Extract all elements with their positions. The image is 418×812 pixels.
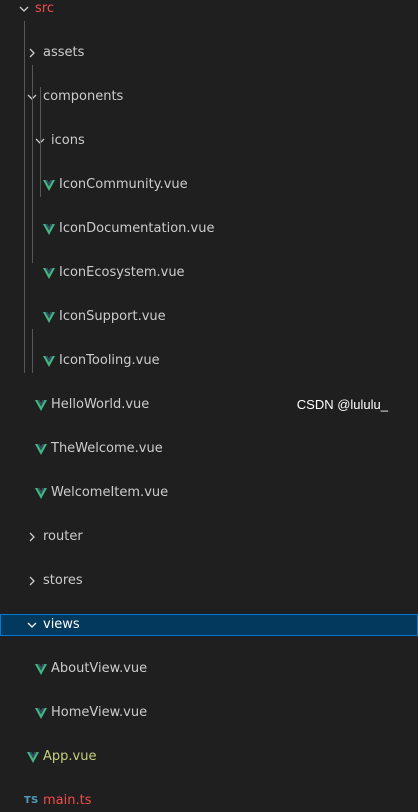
vue-logo-icon	[43, 180, 55, 191]
tree-row-components[interactable]: components	[0, 86, 418, 108]
tree-row-file[interactable]: IconDocumentation.vue	[0, 218, 418, 240]
folder-label-components: components	[43, 89, 124, 104]
file-label: App.vue	[43, 749, 97, 764]
file-label: IconTooling.vue	[59, 353, 160, 368]
chevron-down-icon	[17, 0, 31, 20]
tree-row-icons[interactable]: icons	[0, 130, 418, 152]
tree-row-file[interactable]: IconCommunity.vue	[0, 174, 418, 196]
tree-row-file[interactable]: WelcomeItem.vue	[0, 482, 418, 504]
file-label: IconDocumentation.vue	[59, 221, 215, 236]
vue-logo-icon	[43, 356, 55, 367]
file-label: IconSupport.vue	[59, 309, 166, 324]
chevron-right-icon	[25, 42, 39, 64]
tree-row-file[interactable]: AboutView.vue	[0, 658, 418, 680]
tree-row-main-ts[interactable]: TS main.ts	[0, 790, 418, 812]
tree-row-router[interactable]: router	[0, 526, 418, 548]
chevron-right-icon	[25, 570, 39, 592]
tree-row-views[interactable]: views	[0, 614, 418, 636]
vue-logo-icon	[35, 444, 47, 455]
vue-logo-icon	[27, 752, 39, 763]
vue-logo-icon	[35, 664, 47, 675]
tree-row-file[interactable]: IconEcosystem.vue	[0, 262, 418, 284]
tree-row-file[interactable]: HomeView.vue	[0, 702, 418, 724]
chevron-down-icon	[25, 615, 39, 635]
vue-logo-icon	[35, 400, 47, 411]
file-label: main.ts	[43, 793, 92, 808]
file-label: HomeView.vue	[51, 705, 148, 720]
tree-row-file[interactable]: IconSupport.vue	[0, 306, 418, 328]
tree-row-assets[interactable]: assets	[0, 42, 418, 64]
file-label: AboutView.vue	[51, 661, 148, 676]
tree-row-app-vue[interactable]: App.vue	[0, 746, 418, 768]
folder-label-assets: assets	[43, 45, 85, 60]
folder-label-stores: stores	[43, 573, 83, 588]
file-explorer-tree: src assets components icons IconCommunit…	[0, 0, 418, 808]
indent-guide	[24, 21, 25, 373]
folder-label-views: views	[43, 617, 80, 632]
vue-logo-icon	[43, 268, 55, 279]
vue-logo-icon	[35, 708, 47, 719]
vue-logo-icon	[35, 488, 47, 499]
indent-guide	[32, 65, 33, 263]
vue-logo-icon	[43, 312, 55, 323]
folder-label-icons: icons	[51, 133, 85, 148]
file-label: IconEcosystem.vue	[59, 265, 185, 280]
folder-label-router: router	[43, 529, 83, 544]
tree-row-src[interactable]: src	[0, 0, 418, 20]
watermark: CSDN @lululu_	[296, 397, 388, 412]
file-label: IconCommunity.vue	[59, 177, 188, 192]
file-label: HelloWorld.vue	[51, 397, 150, 412]
chevron-right-icon	[25, 526, 39, 548]
tree-row-file[interactable]: TheWelcome.vue	[0, 438, 418, 460]
tree-row-stores[interactable]: stores	[0, 570, 418, 592]
typescript-icon: TS	[24, 795, 39, 806]
indent-guide	[40, 87, 41, 197]
indent-guide	[32, 329, 33, 373]
folder-label-src: src	[35, 1, 54, 16]
vue-logo-icon	[43, 224, 55, 235]
file-label: WelcomeItem.vue	[51, 485, 169, 500]
file-label: TheWelcome.vue	[51, 441, 163, 456]
tree-row-file[interactable]: IconTooling.vue	[0, 350, 418, 372]
